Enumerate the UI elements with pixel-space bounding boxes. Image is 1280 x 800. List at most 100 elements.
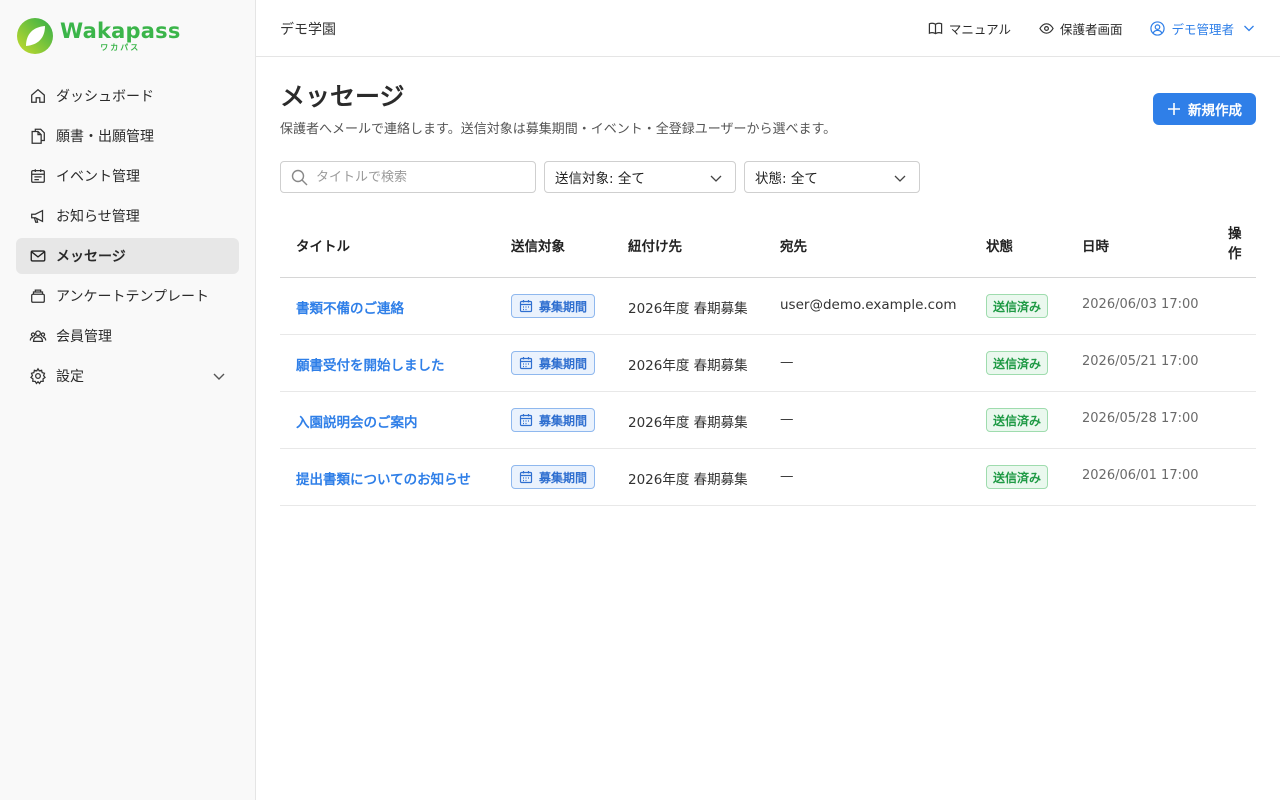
- page-title: メッセージ: [280, 82, 405, 111]
- create-new-label: 新規作成: [1188, 103, 1242, 119]
- sidebar-item-label: 設定: [56, 369, 84, 385]
- users-icon: [28, 326, 48, 346]
- target-filter-select[interactable]: 送信対象: 全て: [544, 161, 736, 193]
- recipient-cell: user@demo.example.com: [780, 297, 957, 313]
- column-header-recipient[interactable]: 宛先: [780, 235, 807, 255]
- calendar-icon: [519, 357, 533, 370]
- leaf-logo-icon: [17, 18, 53, 54]
- filter-bar: 送信対象: 全て 状態: 全て: [280, 161, 920, 193]
- sidebar-item-members[interactable]: 会員管理: [16, 318, 239, 354]
- recipient-cell: —: [780, 354, 794, 370]
- sidebar-item-survey-templates[interactable]: アンケートテンプレート: [16, 278, 239, 314]
- search-box[interactable]: [280, 161, 536, 193]
- target-badge-label: 募集期間: [539, 356, 588, 371]
- sidebar-item-dashboard[interactable]: ダッシュボード: [16, 78, 239, 114]
- table-row[interactable]: 入園説明会のご案内 募集期間 2026年度 春期募集 — 送信済み 2026/0…: [280, 392, 1256, 449]
- brand-logo[interactable]: Wakapass ワカパス: [16, 16, 181, 56]
- message-title-link[interactable]: 書類不備のご連絡: [296, 297, 404, 317]
- chevron-down-icon: [710, 175, 722, 182]
- target-badge-label: 募集期間: [539, 299, 588, 314]
- message-title-link[interactable]: 願書受付を開始しました: [296, 354, 445, 374]
- page-description: 保護者へメールで連絡します。送信対象は募集期間・イベント・全登録ユーザーから選べ…: [280, 122, 837, 137]
- message-title-link[interactable]: 提出書類についてのお知らせ: [296, 468, 471, 488]
- sidebar-item-label: アンケートテンプレート: [56, 289, 210, 305]
- sidebar-item-label: 会員管理: [56, 329, 112, 345]
- target-filter-value: 送信対象: 全て: [555, 171, 645, 187]
- brand-name: Wakapass: [60, 19, 181, 43]
- chevron-down-icon[interactable]: [211, 368, 227, 384]
- search-input[interactable]: [316, 169, 516, 185]
- linked-cell: 2026年度 春期募集: [628, 301, 748, 317]
- chevron-down-icon: [1244, 25, 1254, 32]
- column-header-datetime[interactable]: 日時: [1082, 235, 1109, 255]
- gear-icon: [28, 366, 48, 386]
- column-header-linked[interactable]: 紐付け先: [628, 235, 682, 255]
- column-header-title[interactable]: タイトル: [296, 235, 350, 255]
- sidebar-item-label: メッセージ: [56, 249, 126, 265]
- guardian-view-link[interactable]: 保護者画面: [1039, 19, 1123, 38]
- datetime-cell: 2026/06/01 17:00: [1082, 468, 1199, 483]
- mail-icon: [28, 246, 48, 266]
- megaphone-icon: [28, 206, 48, 226]
- user-menu[interactable]: デモ管理者: [1150, 19, 1256, 38]
- manual-link[interactable]: マニュアル: [928, 19, 1011, 38]
- column-header-action: 操作: [1228, 226, 1242, 262]
- target-badge: 募集期間: [511, 408, 596, 432]
- plus-icon: [1168, 103, 1180, 115]
- calendar-icon: [519, 471, 533, 484]
- target-badge-label: 募集期間: [539, 470, 588, 485]
- status-filter-value: 状態: 全て: [755, 171, 818, 187]
- calendar-icon: [519, 300, 533, 313]
- datetime-cell: 2026/05/28 17:00: [1082, 411, 1199, 426]
- top-bar: デモ学園 マニュアル 保護者画面 デモ管理者: [256, 0, 1280, 57]
- status-filter-select[interactable]: 状態: 全て: [744, 161, 920, 193]
- calendar-icon: [28, 166, 48, 186]
- sidebar-item-label: お知らせ管理: [56, 209, 140, 225]
- datetime-cell: 2026/05/21 17:00: [1082, 354, 1199, 369]
- message-title-link[interactable]: 入園説明会のご案内: [296, 411, 418, 431]
- sidebar-item-notices[interactable]: お知らせ管理: [16, 198, 239, 234]
- user-name: デモ管理者: [1171, 21, 1234, 37]
- calendar-icon: [519, 414, 533, 427]
- table-row[interactable]: 願書受付を開始しました 募集期間 2026年度 春期募集 — 送信済み 2026…: [280, 335, 1256, 392]
- column-header-target[interactable]: 送信対象: [511, 235, 565, 255]
- search-icon: [291, 169, 308, 185]
- target-badge: 募集期間: [511, 465, 596, 489]
- target-badge: 募集期間: [511, 294, 596, 318]
- manual-label: マニュアル: [948, 21, 1011, 37]
- sidebar-nav: ダッシュボード 願書・出願管理 イベント管理 お知らせ管理 メッセージ アンケー…: [16, 78, 239, 398]
- template-icon: [28, 286, 48, 306]
- brand-sub: ワカパス: [100, 43, 141, 52]
- linked-cell: 2026年度 春期募集: [628, 472, 748, 488]
- sidebar-item-label: 願書・出願管理: [56, 129, 154, 145]
- table-header: タイトル 送信対象 紐付け先 宛先 状態 日時 操作: [280, 213, 1256, 278]
- book-icon: [928, 22, 943, 34]
- create-new-button[interactable]: 新規作成: [1153, 93, 1256, 125]
- sidebar-item-applications[interactable]: 願書・出願管理: [16, 118, 239, 154]
- table-row[interactable]: 提出書類についてのお知らせ 募集期間 2026年度 春期募集 — 送信済み 20…: [280, 449, 1256, 506]
- recipient-cell: —: [780, 468, 794, 484]
- guardian-view-label: 保護者画面: [1059, 21, 1123, 37]
- status-badge: 送信済み: [986, 351, 1049, 375]
- chevron-down-icon: [894, 175, 906, 182]
- sidebar-item-settings[interactable]: 設定: [16, 358, 239, 394]
- datetime-cell: 2026/06/03 17:00: [1082, 297, 1199, 312]
- column-header-status[interactable]: 状態: [986, 235, 1013, 255]
- status-badge: 送信済み: [986, 465, 1049, 489]
- linked-cell: 2026年度 春期募集: [628, 358, 748, 374]
- sidebar-item-label: イベント管理: [56, 169, 140, 185]
- documents-icon: [28, 126, 48, 146]
- eye-icon: [1039, 22, 1054, 34]
- status-badge: 送信済み: [986, 294, 1049, 318]
- status-badge: 送信済み: [986, 408, 1049, 432]
- messages-table: タイトル 送信対象 紐付け先 宛先 状態 日時 操作 書類不備のご連絡 募集期間…: [280, 213, 1256, 506]
- home-icon: [28, 86, 48, 106]
- recipient-cell: —: [780, 411, 794, 427]
- sidebar-item-messages[interactable]: メッセージ: [16, 238, 239, 274]
- linked-cell: 2026年度 春期募集: [628, 415, 748, 431]
- target-badge-label: 募集期間: [539, 413, 588, 428]
- table-row[interactable]: 書類不備のご連絡 募集期間 2026年度 春期募集 user@demo.exam…: [280, 278, 1256, 335]
- target-badge: 募集期間: [511, 351, 596, 375]
- sidebar-item-events[interactable]: イベント管理: [16, 158, 239, 194]
- user-circle-icon: [1150, 20, 1166, 36]
